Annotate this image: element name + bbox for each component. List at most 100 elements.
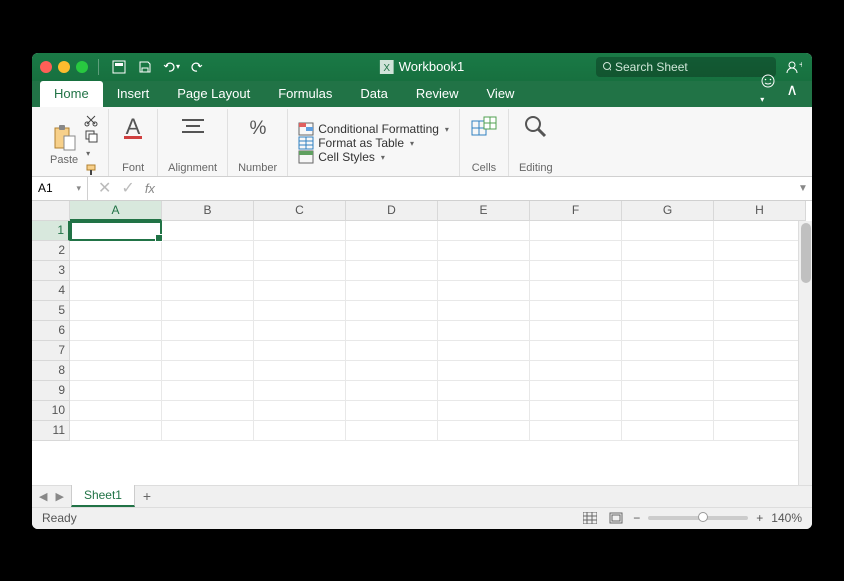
cell-H11[interactable] [714, 421, 806, 441]
cell-A5[interactable] [70, 301, 162, 321]
cell-A9[interactable] [70, 381, 162, 401]
cell-D1[interactable] [346, 221, 438, 241]
cell-G2[interactable] [622, 241, 714, 261]
cell-E6[interactable] [438, 321, 530, 341]
cell-E10[interactable] [438, 401, 530, 421]
tab-page-layout[interactable]: Page Layout [163, 81, 264, 107]
cell-D8[interactable] [346, 361, 438, 381]
cell-H5[interactable] [714, 301, 806, 321]
close-window-button[interactable] [40, 61, 52, 73]
cell-D7[interactable] [346, 341, 438, 361]
col-header-B[interactable]: B [162, 201, 254, 221]
cell-C1[interactable] [254, 221, 346, 241]
cell-C8[interactable] [254, 361, 346, 381]
row-header-10[interactable]: 10 [32, 401, 70, 421]
cell-H10[interactable] [714, 401, 806, 421]
cell-E5[interactable] [438, 301, 530, 321]
name-box[interactable]: A1▾ [32, 177, 88, 200]
sheet-nav-prev[interactable]: ◀ [36, 490, 50, 503]
cell-D9[interactable] [346, 381, 438, 401]
cell-E4[interactable] [438, 281, 530, 301]
select-all-corner[interactable] [32, 201, 70, 221]
cell-A11[interactable] [70, 421, 162, 441]
cell-F6[interactable] [530, 321, 622, 341]
cell-F7[interactable] [530, 341, 622, 361]
cell-C9[interactable] [254, 381, 346, 401]
zoom-slider[interactable] [648, 516, 748, 520]
cell-A1[interactable] [70, 221, 162, 241]
fx-icon[interactable]: fx [145, 181, 155, 196]
format-painter-icon[interactable] [84, 163, 98, 177]
editing-button[interactable] [522, 113, 550, 141]
cell-D2[interactable] [346, 241, 438, 261]
add-sheet-button[interactable]: + [135, 488, 159, 504]
cell-F9[interactable] [530, 381, 622, 401]
minimize-window-button[interactable] [58, 61, 70, 73]
cell-E9[interactable] [438, 381, 530, 401]
cell-H2[interactable] [714, 241, 806, 261]
cell-B3[interactable] [162, 261, 254, 281]
cell-G5[interactable] [622, 301, 714, 321]
cell-C3[interactable] [254, 261, 346, 281]
tab-review[interactable]: Review [402, 81, 473, 107]
tab-view[interactable]: View [473, 81, 529, 107]
tab-insert[interactable]: Insert [103, 81, 164, 107]
cell-G1[interactable] [622, 221, 714, 241]
cell-B10[interactable] [162, 401, 254, 421]
cut-icon[interactable] [84, 113, 98, 127]
row-header-8[interactable]: 8 [32, 361, 70, 381]
collapse-ribbon-icon[interactable]: ∧ [786, 80, 798, 100]
col-header-E[interactable]: E [438, 201, 530, 221]
cell-B6[interactable] [162, 321, 254, 341]
vertical-scrollbar[interactable] [798, 221, 812, 485]
cell-A2[interactable] [70, 241, 162, 261]
cell-A7[interactable] [70, 341, 162, 361]
cell-H4[interactable] [714, 281, 806, 301]
cell-E1[interactable] [438, 221, 530, 241]
zoom-out-button[interactable]: − [633, 511, 640, 525]
number-button[interactable]: % [244, 113, 272, 141]
cell-C5[interactable] [254, 301, 346, 321]
page-layout-view-icon[interactable] [607, 511, 625, 525]
cell-D3[interactable] [346, 261, 438, 281]
cell-D11[interactable] [346, 421, 438, 441]
redo-icon[interactable] [187, 57, 207, 77]
cell-E11[interactable] [438, 421, 530, 441]
zoom-in-button[interactable]: + [756, 511, 763, 525]
cell-E2[interactable] [438, 241, 530, 261]
col-header-F[interactable]: F [530, 201, 622, 221]
cell-C4[interactable] [254, 281, 346, 301]
undo-icon[interactable]: ▾ [161, 57, 181, 77]
cell-G4[interactable] [622, 281, 714, 301]
search-sheet-box[interactable] [596, 57, 776, 77]
copy-icon[interactable]: ▾ [84, 129, 98, 161]
cell-B2[interactable] [162, 241, 254, 261]
sheet-nav-next[interactable]: ▶ [52, 490, 66, 503]
cell-F1[interactable] [530, 221, 622, 241]
cell-C2[interactable] [254, 241, 346, 261]
format-as-table-button[interactable]: Format as Table▾ [298, 136, 414, 150]
cell-E8[interactable] [438, 361, 530, 381]
cell-A10[interactable] [70, 401, 162, 421]
col-header-C[interactable]: C [254, 201, 346, 221]
zoom-level[interactable]: 140% [771, 511, 802, 525]
normal-view-icon[interactable] [581, 511, 599, 525]
formula-input[interactable] [165, 177, 794, 200]
cell-D5[interactable] [346, 301, 438, 321]
autosave-icon[interactable] [109, 57, 129, 77]
row-header-2[interactable]: 2 [32, 241, 70, 261]
cell-F2[interactable] [530, 241, 622, 261]
cell-B5[interactable] [162, 301, 254, 321]
search-input[interactable] [615, 60, 770, 74]
cells-button[interactable] [470, 113, 498, 141]
feedback-icon[interactable]: ▾ [760, 73, 776, 107]
cell-G11[interactable] [622, 421, 714, 441]
maximize-window-button[interactable] [76, 61, 88, 73]
cell-F10[interactable] [530, 401, 622, 421]
cell-A8[interactable] [70, 361, 162, 381]
tab-data[interactable]: Data [346, 81, 401, 107]
cell-E3[interactable] [438, 261, 530, 281]
cell-G9[interactable] [622, 381, 714, 401]
row-header-4[interactable]: 4 [32, 281, 70, 301]
cell-H6[interactable] [714, 321, 806, 341]
